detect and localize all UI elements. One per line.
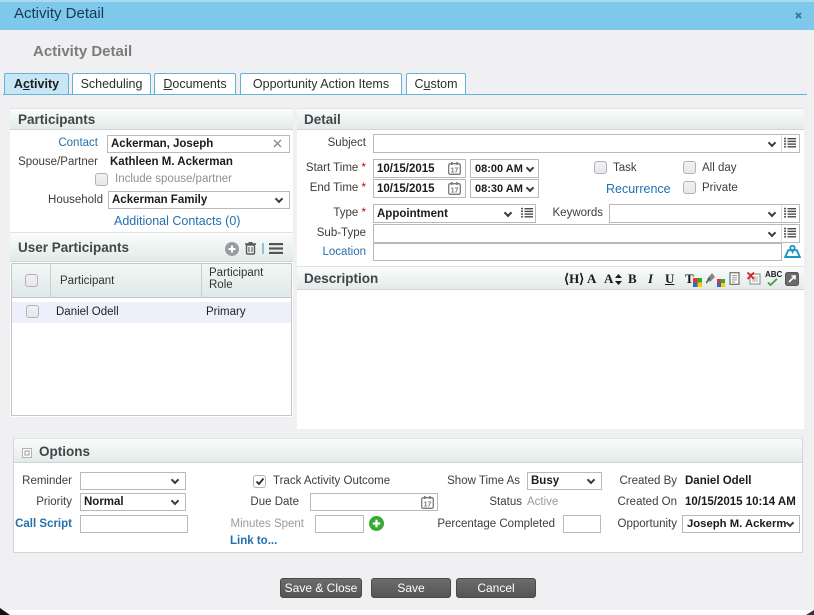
svg-text:17: 17 xyxy=(451,188,459,195)
svg-text:17: 17 xyxy=(451,168,459,175)
